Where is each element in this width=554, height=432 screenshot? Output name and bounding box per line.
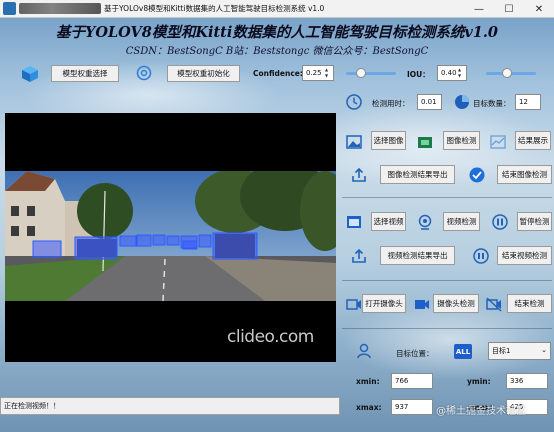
window-controls: — ☐ ✕ [464,0,554,18]
select-weights-button[interactable]: 模型权重选择 [51,65,119,82]
cube-icon [20,64,40,84]
target-count-label: 目标数量： [473,99,511,108]
slider-track [346,72,396,75]
target-select-value: 目标1 [492,347,511,355]
upload-icon [350,247,368,265]
ymin-field: 336 [506,373,548,389]
iou-value: 0.40 [441,69,457,77]
app-icon [3,2,16,15]
export-video-button[interactable]: 视频检测结果导出 [380,246,455,265]
spin-arrows-icon[interactable]: ▲ ▼ [458,67,465,79]
chart-icon [489,133,507,151]
video-icon [345,213,363,231]
camera-off-icon [485,295,503,313]
section-divider [342,197,552,198]
ymin-label: ymin: [467,377,491,386]
slider-handle[interactable] [502,68,512,78]
all-targets-badge: ALL [454,344,472,359]
confidence-slider[interactable] [346,65,396,81]
window-titlebar: 基于YOLOv8模型和Kitti数据集的人工智能驾驶目标检测系统 v1.0 — … [0,0,554,18]
chevron-down-icon: ⌄ [541,346,547,354]
select-video-button[interactable]: 选择视频 [371,212,406,231]
target-count-field: 12 [515,94,541,110]
xmin-label: xmin: [356,377,380,386]
iou-spinbox[interactable]: 0.40 ▲ ▼ [437,65,467,81]
iou-slider[interactable] [486,65,536,81]
target-position-label: 目标位置： [396,349,434,358]
status-text: 正在检测视频！！ [4,402,60,410]
spin-arrows-icon[interactable]: ▲ ▼ [325,67,332,79]
status-bar: 正在检测视频！！ [0,397,340,415]
confidence-spinbox[interactable]: 0.25 ▲ ▼ [302,65,334,81]
show-result-button[interactable]: 结果展示 [515,131,551,150]
open-camera-button[interactable]: 打开摄像头 [362,294,406,313]
camera-icon [345,295,363,313]
xmax-label: xmax: [356,403,382,412]
image-icon [345,133,363,151]
target-select[interactable]: 目标1 ⌄ [488,342,551,360]
finish-detect-button[interactable]: 结束检测 [507,294,552,313]
confidence-label: Confidence: [253,69,303,78]
app-heading: 基于YOLOV8模型和Kitti数据集的人工智能驾驶目标检测系统v1.0 [55,24,499,41]
street-scene-frame [5,171,336,301]
section-divider [342,328,552,329]
webcam-icon [416,213,434,231]
pause-icon [491,213,509,231]
app-subheading: CSDN：BestSongC B站：Beststongc 微信公众号：BestS… [125,46,429,57]
camera-detect-button[interactable]: 摄像头检测 [433,294,479,313]
detect-video-button[interactable]: 视频检测 [443,212,480,231]
detect-time-label: 检测用时： [372,99,410,108]
image-detect-icon [416,133,434,151]
detect-image-button[interactable]: 图像检测 [443,131,480,150]
init-weights-button[interactable]: 模型权重初始化 [167,65,240,82]
window-title: 基于YOLOv8模型和Kitti数据集的人工智能驾驶目标检测系统 v1.0 [104,4,325,13]
pie-chart-icon [453,93,471,111]
site-watermark: @稀土掘金技术社区 [436,406,526,417]
iou-label: IOU： [407,70,430,79]
slider-handle[interactable] [356,68,366,78]
maximize-button[interactable]: ☐ [494,0,524,18]
gear-icon [135,64,153,82]
detect-time-field: 0.01 [417,94,442,110]
check-circle-icon [468,166,486,184]
video-display: clideo.com [5,113,336,362]
export-image-button[interactable]: 图像检测结果导出 [380,165,455,184]
finish-video-button[interactable]: 结束视频检测 [497,246,552,265]
xmin-field: 766 [391,373,433,389]
video-watermark: clideo.com [227,327,314,347]
finish-image-button[interactable]: 结束图像检测 [497,165,552,184]
stop-circle-icon [472,247,490,265]
user-icon [355,342,373,360]
pause-detect-button[interactable]: 暂停检测 [517,212,552,231]
xmax-field: 937 [391,399,433,415]
confidence-value: 0.25 [306,69,322,77]
section-divider [342,280,552,281]
upload-icon [350,166,368,184]
close-button[interactable]: ✕ [524,0,554,18]
blurred-title-prefix [19,3,101,14]
minimize-button[interactable]: — [464,0,494,18]
select-image-button[interactable]: 选择图像 [371,131,406,150]
clock-icon [345,93,363,111]
camera-record-icon [413,295,431,313]
